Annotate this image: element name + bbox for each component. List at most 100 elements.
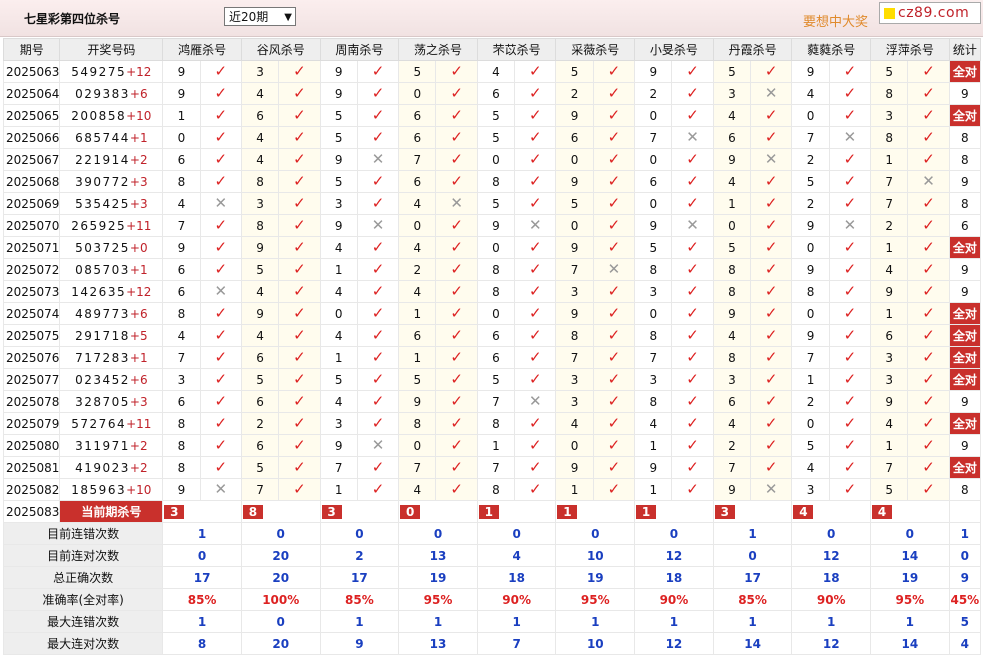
stats-value: 0 <box>870 522 950 545</box>
check-icon: ✓ <box>922 326 935 344</box>
check-icon: ✓ <box>922 216 935 234</box>
stats-value: 17 <box>162 566 242 589</box>
kill-number: 8 <box>162 456 201 479</box>
stats-value: 95% <box>398 588 478 611</box>
stat-cell: 9 <box>948 170 982 193</box>
site-logo[interactable]: cz89.com <box>879 2 981 24</box>
kill-result: ✓ <box>199 170 242 193</box>
check-icon: ✓ <box>293 370 306 388</box>
slogan-link[interactable]: 要想中大奖 <box>803 11 868 30</box>
kill-result: ✓ <box>828 280 872 303</box>
kill-result: ✓ <box>356 236 400 259</box>
stats-value: 17 <box>712 566 793 589</box>
kill-number: 8 <box>870 126 909 149</box>
kill-result: ✓ <box>671 82 714 105</box>
kill-number: 3 <box>240 192 280 215</box>
kill-number: 5 <box>634 236 673 259</box>
cross-icon: ✕ <box>371 150 385 168</box>
issue-cell: 2025074 <box>2 302 61 325</box>
check-icon: ✓ <box>214 128 228 146</box>
period-select[interactable]: 近20期 ▼ <box>224 7 296 26</box>
stat-cell: 8 <box>948 126 982 149</box>
kill-result: ✓ <box>435 148 478 171</box>
check-icon: ✓ <box>293 414 306 432</box>
check-icon: ✓ <box>450 392 463 410</box>
kill-number: 0 <box>791 412 830 435</box>
kill-result: ✓ <box>592 280 636 303</box>
kill-number: 6 <box>162 148 201 171</box>
cross-icon: ✕ <box>843 216 857 234</box>
stats-value: 1 <box>634 610 714 633</box>
kill-number: 3 <box>240 60 280 83</box>
draw-header: 开奖号码 <box>59 38 164 61</box>
check-icon: ✓ <box>450 260 463 278</box>
kill-result: ✓ <box>514 434 557 457</box>
draw-numbers: 390772 <box>75 174 130 189</box>
current-kill-cell: 4 <box>870 500 950 523</box>
stats-value: 90% <box>634 588 714 611</box>
draw-numbers: 200858 <box>71 108 127 123</box>
kill-result: ✓ <box>199 412 242 435</box>
check-icon: ✓ <box>450 62 463 80</box>
check-icon: ✓ <box>450 84 463 102</box>
kill-number: 9 <box>240 236 280 259</box>
check-icon: ✓ <box>214 84 228 102</box>
check-icon: ✓ <box>293 392 306 410</box>
stats-value: 12 <box>634 544 714 567</box>
kill-number: 0 <box>634 148 673 171</box>
kill-number: 4 <box>712 412 752 435</box>
check-icon: ✓ <box>371 326 385 344</box>
draw-numbers: 185963 <box>71 482 127 497</box>
check-icon: ✓ <box>450 348 463 366</box>
check-icon: ✓ <box>764 304 778 322</box>
kill-result: ✓ <box>278 302 321 325</box>
draw-cell: 685744+1 <box>59 126 164 149</box>
all-correct-badge: 全对 <box>950 413 980 434</box>
draw-cell: 572764+11 <box>59 412 164 435</box>
kill-number: 8 <box>634 324 673 347</box>
check-icon: ✓ <box>922 480 935 498</box>
check-icon: ✓ <box>214 414 228 432</box>
stats-total: 4 <box>948 632 982 655</box>
table-row: 2025075 291718+5 4 ✓ 4 ✓ 4 ✓ 6 ✓ 6 ✓ 8 ✓ 8 ✓ 4 ✓ 9 ✓ 6 ✓ 全对 <box>2 324 982 347</box>
draw-numbers: 221914 <box>75 152 130 167</box>
stat-cell: 8 <box>948 478 982 501</box>
expert-header: 小旻杀号 <box>634 38 714 61</box>
check-icon: ✓ <box>293 282 306 300</box>
check-icon: ✓ <box>607 238 621 256</box>
check-icon: ✓ <box>686 106 699 124</box>
issue-header: 期号 <box>2 38 61 61</box>
kill-result: ✓ <box>435 456 478 479</box>
kill-number: 1 <box>870 236 909 259</box>
check-icon: ✓ <box>764 128 778 146</box>
kill-result: ✓ <box>750 104 793 127</box>
kill-result: ✓ <box>671 148 714 171</box>
kill-number: 6 <box>476 324 516 347</box>
kill-number: 0 <box>555 148 594 171</box>
kill-number: 5 <box>791 170 830 193</box>
kill-number: 9 <box>555 104 594 127</box>
check-icon: ✓ <box>764 392 778 410</box>
current-kill-number: 8 <box>242 504 263 519</box>
kill-result: ✓ <box>356 280 400 303</box>
kill-result: ✓ <box>671 346 714 369</box>
kill-number: 1 <box>162 104 201 127</box>
top-bar: 七星彩第四位杀号 近20期 ▼ 要想中大奖 cz89.com <box>0 0 983 37</box>
table-row: 2025076 717283+1 7 ✓ 6 ✓ 1 ✓ 1 ✓ 6 ✓ 7 ✓ 7 ✓ 8 ✓ 7 ✓ 3 ✓ 全对 <box>2 346 982 369</box>
check-icon: ✓ <box>214 458 228 476</box>
kill-result: ✓ <box>671 434 714 457</box>
kill-result: ✓ <box>671 192 714 215</box>
check-icon: ✓ <box>450 150 463 168</box>
kill-result: ✓ <box>435 82 478 105</box>
kill-number: 6 <box>240 434 280 457</box>
draw-sum: +10 <box>126 482 152 497</box>
kill-number: 7 <box>319 456 358 479</box>
check-icon: ✓ <box>214 238 228 256</box>
current-kill-number: 1 <box>636 504 657 519</box>
table-row: 2025074 489773+6 8 ✓ 9 ✓ 0 ✓ 1 ✓ 0 ✓ 9 ✓ 0 ✓ 9 ✓ 0 ✓ 1 ✓ 全对 <box>2 302 982 325</box>
kill-result: ✓ <box>592 390 636 413</box>
all-correct-badge: 全对 <box>950 105 980 126</box>
kill-number: 3 <box>555 390 594 413</box>
kill-number: 1 <box>555 478 594 501</box>
issue-cell: 2025070 <box>2 214 61 237</box>
